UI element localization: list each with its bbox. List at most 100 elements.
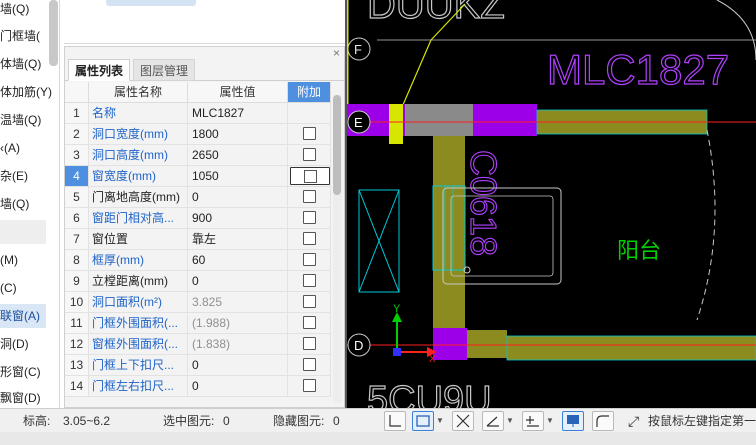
property-name: 窗宽度(mm) — [89, 166, 188, 186]
close-icon[interactable]: × — [333, 46, 340, 60]
hidden-value: 0 — [333, 414, 340, 428]
snap-box-button[interactable] — [412, 411, 434, 431]
property-value[interactable]: 3.825 — [188, 292, 288, 312]
property-value[interactable]: 900 — [188, 208, 288, 228]
c0618-label: C0618 — [463, 150, 504, 256]
tree-item[interactable]: 飘窗(D) — [0, 386, 59, 408]
table-row[interactable]: 5 门离地高度(mm) 0 — [65, 187, 331, 208]
elevation-value: 3.05~6.2 — [63, 414, 111, 428]
property-name: 窗位置 — [89, 229, 188, 249]
grid-label-d: D — [354, 338, 363, 353]
table-row[interactable]: 14 门框左右扣尺... 0 — [65, 376, 331, 397]
tree-item[interactable]: 杂(E) — [0, 164, 59, 188]
selected-component-bar[interactable] — [106, 0, 196, 6]
property-value[interactable]: 0 — [188, 376, 288, 396]
curve-button[interactable] — [592, 411, 614, 431]
attach-checkbox[interactable] — [303, 232, 316, 245]
screen-icon — [567, 415, 579, 427]
extra-cell — [288, 334, 331, 354]
chevron-down-icon[interactable]: ▼ — [506, 411, 514, 431]
tree-item[interactable]: (C) — [0, 276, 59, 300]
angle-icon — [486, 416, 499, 427]
property-value[interactable]: 0 — [188, 355, 288, 375]
tree-item-blank[interactable] — [0, 220, 46, 244]
tree-item[interactable]: ‹(A) — [0, 136, 59, 160]
attach-checkbox[interactable] — [303, 274, 316, 287]
tree-scrollbar[interactable] — [49, 0, 58, 66]
tree-item[interactable]: 洞(D) — [0, 332, 59, 356]
table-row[interactable]: 6 窗距门相对高... 900 — [65, 208, 331, 229]
table-row[interactable]: 3 洞口高度(mm) 2650 — [65, 145, 331, 166]
row-number: 9 — [65, 271, 89, 291]
table-row[interactable]: 7 窗位置 靠左 — [65, 229, 331, 250]
attach-checkbox[interactable] — [303, 379, 316, 392]
chevron-down-icon[interactable]: ▼ — [436, 411, 444, 431]
header-extra[interactable]: 附加 — [288, 82, 331, 103]
focused-cell[interactable] — [290, 167, 330, 185]
extra-cell — [288, 250, 331, 270]
scrollbar-thumb[interactable] — [333, 95, 341, 195]
table-row[interactable]: 4 窗宽度(mm) 1050 — [65, 166, 331, 187]
chevron-down-icon[interactable]: ▼ — [546, 411, 554, 431]
extra-cell — [288, 208, 331, 228]
table-row[interactable]: 10 洞口面积(m²) 3.825 — [65, 292, 331, 313]
tree-item-selected[interactable]: 联窗(A) — [0, 304, 46, 328]
table-row[interactable]: 1 名称 MLC1827 — [65, 103, 331, 124]
attach-checkbox[interactable] — [303, 127, 316, 140]
insert-point-button[interactable] — [522, 411, 544, 431]
property-value[interactable]: 1050 — [188, 166, 288, 186]
tree-item[interactable]: 形窗(C) — [0, 360, 59, 384]
grid-label-e: E — [354, 115, 363, 130]
cross-button[interactable] — [452, 411, 474, 431]
extra-cell — [288, 103, 331, 123]
property-value[interactable]: MLC1827 — [188, 103, 288, 123]
extra-cell — [288, 355, 331, 375]
attach-checkbox[interactable] — [303, 295, 316, 308]
property-value[interactable]: 60 — [188, 250, 288, 270]
status-bar: 标高: 3.05~6.2 选中图元: 0 隐藏图元: 0 ▼ ▼ ▼ ⤢ 按鼠标… — [0, 408, 756, 432]
property-value[interactable]: 0 — [188, 187, 288, 207]
property-scrollbar[interactable] — [333, 95, 342, 403]
tree-item[interactable]: (M) — [0, 248, 59, 272]
attach-checkbox[interactable] — [303, 148, 316, 161]
tab-layer-manager[interactable]: 图层管理 — [133, 59, 196, 81]
table-row[interactable]: 12 窗框外围面积(... (1.838) — [65, 334, 331, 355]
tree-item[interactable]: 温墙(Q) — [0, 108, 59, 132]
property-name: 窗框外围面积(... — [89, 334, 188, 354]
tree-item[interactable]: 体加筋(Y) — [0, 80, 59, 104]
property-value[interactable]: 2650 — [188, 145, 288, 165]
wall-purple-bottom — [433, 328, 467, 360]
table-row[interactable]: 2 洞口宽度(mm) 1800 — [65, 124, 331, 145]
property-name: 立樘距离(mm) — [89, 271, 188, 291]
property-value[interactable]: 靠左 — [188, 229, 288, 249]
row-number: 13 — [65, 355, 89, 375]
cad-canvas[interactable]: DUUKZ F MLC1827 E C0618 阳台 D Y X 5CU9U — [347, 0, 756, 408]
table-row[interactable]: 13 门框上下扣尺... 0 — [65, 355, 331, 376]
property-value[interactable]: (1.838) — [188, 334, 288, 354]
table-row[interactable]: 11 门框外围面积(... (1.988) — [65, 313, 331, 334]
attach-checkbox[interactable] — [303, 358, 316, 371]
attach-checkbox[interactable] — [304, 170, 317, 183]
attach-checkbox[interactable] — [303, 337, 316, 350]
property-name: 门框左右扣尺... — [89, 376, 188, 396]
dynamic-input-button[interactable] — [562, 411, 584, 431]
attach-checkbox[interactable] — [303, 211, 316, 224]
hidden-label: 隐藏图元: — [273, 414, 325, 428]
tab-property-list[interactable]: 属性列表 — [68, 59, 131, 81]
attach-checkbox[interactable] — [303, 316, 316, 329]
ortho-button[interactable] — [384, 411, 406, 431]
tree-item[interactable]: 墙(Q) — [0, 192, 59, 216]
table-row[interactable]: 8 框厚(mm) 60 — [65, 250, 331, 271]
row-number: 11 — [65, 313, 89, 333]
ucs-x-label: X — [429, 354, 436, 365]
attach-checkbox[interactable] — [303, 190, 316, 203]
property-value[interactable]: 0 — [188, 271, 288, 291]
extra-cell — [288, 292, 331, 312]
table-row[interactable]: 9 立樘距离(mm) 0 — [65, 271, 331, 292]
wall-olive-bottom-right — [507, 336, 756, 360]
property-value[interactable]: (1.988) — [188, 313, 288, 333]
attach-checkbox[interactable] — [303, 253, 316, 266]
row-number: 3 — [65, 145, 89, 165]
angle-button[interactable] — [482, 411, 504, 431]
property-value[interactable]: 1800 — [188, 124, 288, 144]
